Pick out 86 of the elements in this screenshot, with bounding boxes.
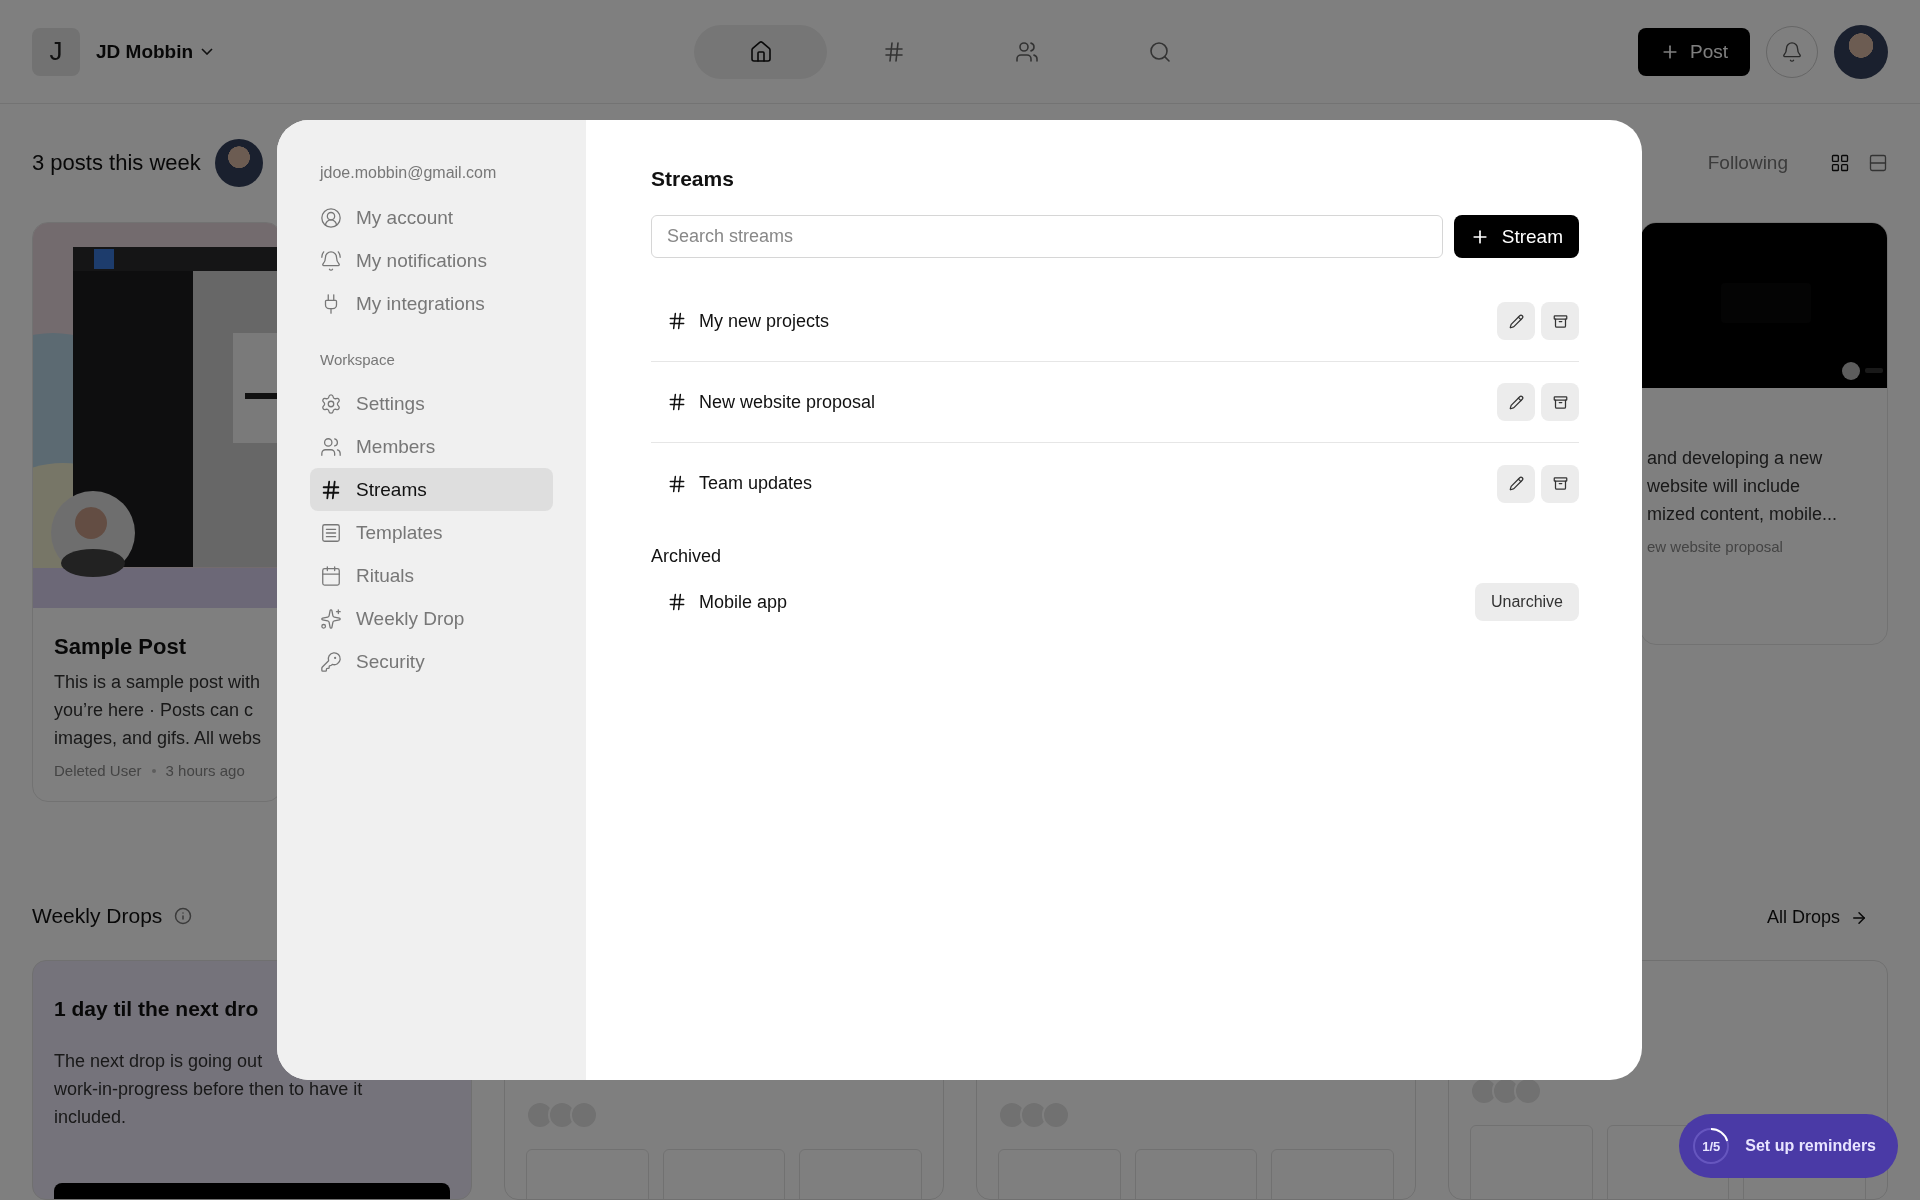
account-email: jdoe.mobbin@gmail.com <box>318 164 498 182</box>
edit-button[interactable] <box>1497 383 1535 421</box>
stream-row[interactable]: Team updates <box>651 443 1579 524</box>
user-avatar <box>214 139 263 187</box>
pencil-icon <box>1508 476 1524 491</box>
post-excerpt: website will include <box>1647 475 1801 498</box>
menu-item[interactable]: Streams <box>310 468 553 511</box>
section-heading: Archived <box>651 546 723 567</box>
post-excerpt: mized content, mobile... <box>1647 503 1838 526</box>
hash-icon <box>320 478 342 501</box>
posts-summary: 3 posts this week <box>32 150 201 176</box>
menu-item[interactable]: My notifications <box>310 239 553 282</box>
key-icon <box>320 650 342 673</box>
home-icon <box>748 39 773 64</box>
all-drops-link[interactable]: All Drops <box>1766 907 1868 928</box>
stream-name: Mobile app <box>699 591 789 613</box>
drop-title: 1 day til the next dro <box>54 997 259 1021</box>
stream-row[interactable]: Mobile app Unarchive <box>651 573 1579 631</box>
archive-button[interactable] <box>1541 464 1579 503</box>
search-field[interactable]: Search streams <box>651 215 1443 258</box>
archive-icon <box>1552 394 1568 410</box>
progress-ring <box>1691 1126 1732 1166</box>
people-icon <box>1014 39 1039 64</box>
progress-count: 1/5 <box>1702 1138 1721 1154</box>
calendar-icon <box>320 564 342 587</box>
post-button[interactable]: Post <box>1637 27 1750 76</box>
grid-view-icon[interactable] <box>1830 153 1850 173</box>
stream-row[interactable]: My new projects <box>651 281 1579 362</box>
info-icon[interactable] <box>174 907 193 925</box>
user-icon <box>320 206 342 229</box>
stream-row[interactable]: New website proposal <box>651 362 1579 443</box>
menu-item[interactable]: Weekly Drop <box>310 597 553 640</box>
workspace-switcher[interactable]: JD Mobbin <box>96 40 214 63</box>
settings-icon <box>320 392 342 415</box>
chevron-down-icon <box>201 48 214 55</box>
section-heading: Workspace <box>319 351 396 368</box>
pencil-icon <box>1508 313 1524 329</box>
menu-item[interactable]: Rituals <box>310 554 553 597</box>
archive-button[interactable] <box>1541 302 1579 340</box>
menu-item[interactable]: Settings <box>310 382 553 425</box>
user-avatar[interactable] <box>1834 24 1888 79</box>
edit-button[interactable] <box>1497 464 1535 503</box>
post-title: Sample Post <box>54 634 187 660</box>
menu-item[interactable]: My account <box>310 196 553 239</box>
bell-icon <box>1781 40 1803 63</box>
search-icon <box>1147 39 1172 64</box>
hash-icon <box>667 311 687 331</box>
hash-icon <box>667 392 687 412</box>
workspace-avatar: J <box>32 27 80 76</box>
archive-icon <box>1552 313 1568 329</box>
separator-dot <box>151 768 156 773</box>
bell-icon <box>320 249 342 272</box>
menu-item[interactable]: Templates <box>310 511 553 554</box>
post-card[interactable]: and developing a new website will include mized content, mobile... ew website proposal <box>1640 222 1888 645</box>
unarchive-button[interactable]: Unarchive <box>1474 583 1579 621</box>
post-excerpt: you’re here · Posts can c <box>54 699 254 722</box>
section-title: Weekly Drops <box>32 904 163 928</box>
people-icon <box>320 435 342 458</box>
archive-icon <box>1552 476 1568 491</box>
list-view-icon[interactable] <box>1868 153 1888 173</box>
post-author: Deleted User <box>54 762 142 779</box>
pencil-icon <box>1508 394 1524 410</box>
stream-name: Team updates <box>699 473 814 494</box>
following-filter[interactable]: Following <box>1701 151 1794 175</box>
reminders-button[interactable]: 1/5 Set up reminders <box>1679 1114 1898 1178</box>
list-icon <box>320 521 342 544</box>
post-stream: ew website proposal <box>1647 538 1783 555</box>
post-excerpt: images, and gifs. All webs <box>54 727 262 750</box>
menu-item[interactable]: Members <box>310 425 553 468</box>
add-stream-button[interactable]: Stream <box>1453 215 1579 258</box>
panel-title: Streams <box>651 167 735 191</box>
post-time: 3 hours ago <box>165 762 245 779</box>
post-excerpt: and developing a new <box>1647 447 1823 470</box>
edit-button[interactable] <box>1497 302 1535 340</box>
stream-name: New website proposal <box>699 391 877 413</box>
menu-item[interactable]: Security <box>310 640 553 683</box>
menu-item[interactable]: My integrations <box>310 282 553 325</box>
sparkle-icon <box>320 607 342 630</box>
drop-text: work-in-progress before then to have it <box>54 1078 363 1101</box>
archive-button[interactable] <box>1541 383 1579 421</box>
hash-icon <box>667 592 687 612</box>
drop-text: included. <box>54 1106 127 1129</box>
stream-name: My new projects <box>699 310 831 332</box>
drop-text: The next drop is going out <box>54 1050 263 1073</box>
post-excerpt: This is a sample post with <box>54 671 261 694</box>
hash-icon <box>667 473 687 494</box>
